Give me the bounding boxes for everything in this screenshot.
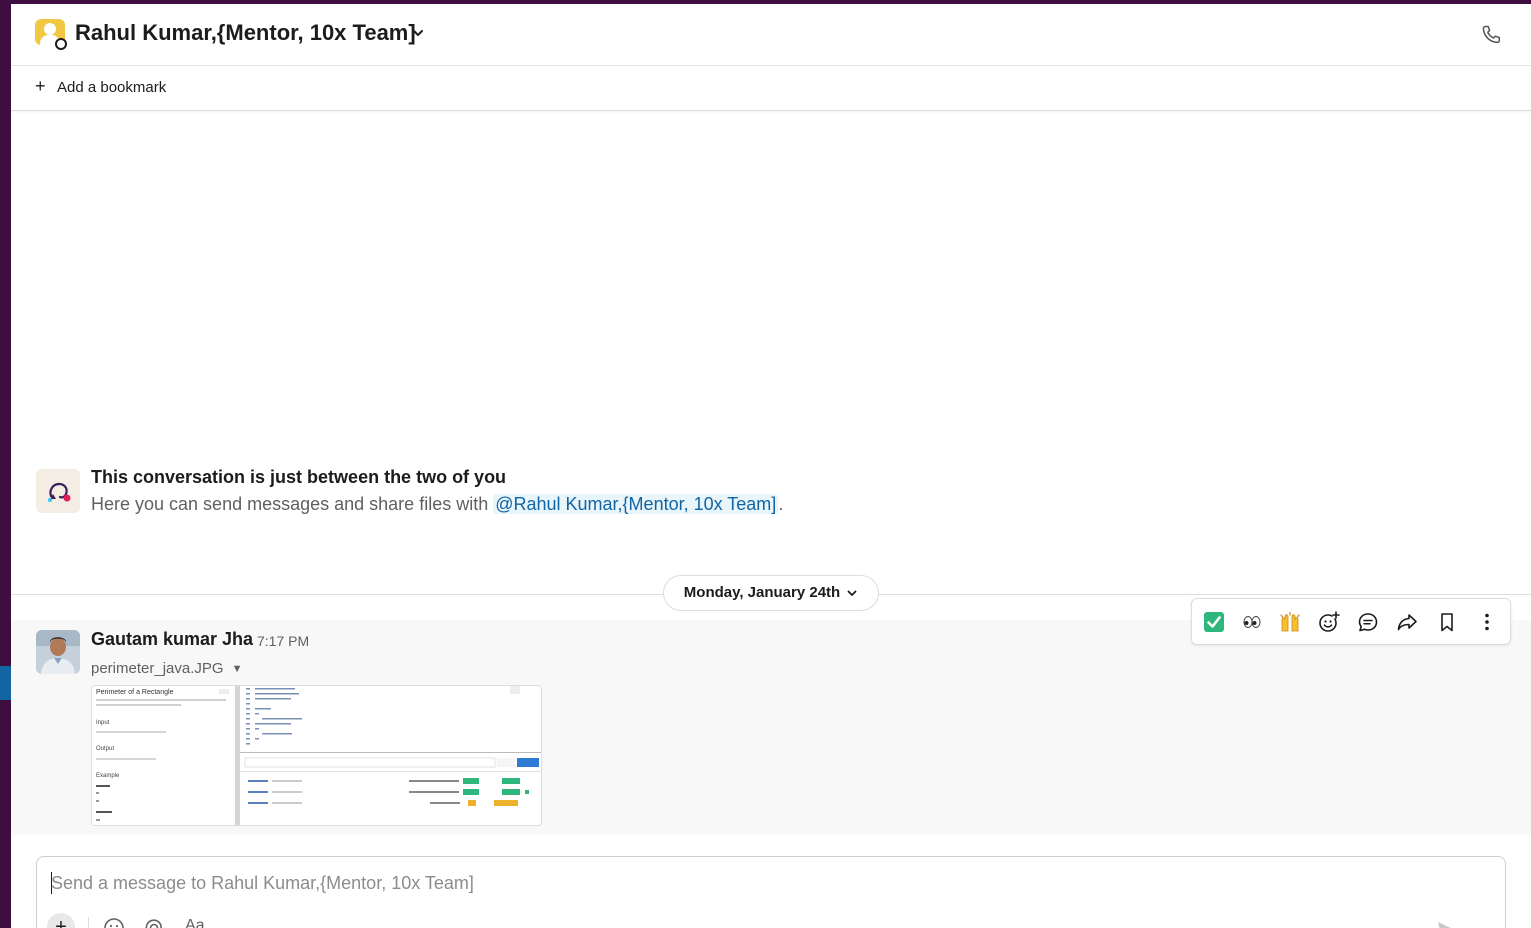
thumb-heading: Perimeter of a Rectangle bbox=[96, 689, 174, 696]
image-attachment[interactable]: Perimeter of a Rectangle Input Output Ex… bbox=[91, 685, 542, 826]
user-mention-link[interactable]: @Rahul Kumar,{Mentor, 10x Team] bbox=[493, 494, 779, 514]
message-actions-toolbar bbox=[1191, 598, 1511, 645]
message-timestamp[interactable]: 7:17 PM bbox=[257, 633, 309, 649]
reply-in-thread-icon[interactable] bbox=[1353, 607, 1383, 637]
intro-text-suffix: . bbox=[778, 494, 784, 514]
sidebar-active-indicator bbox=[0, 666, 11, 700]
eyes-emoji[interactable] bbox=[1237, 607, 1267, 637]
intro-title: This conversation is just between the tw… bbox=[91, 467, 507, 487]
white-check-mark-emoji[interactable] bbox=[1199, 607, 1229, 637]
channel-header: Rahul Kumar,{Mentor, 10x Team] bbox=[11, 4, 1531, 66]
chevron-down-icon[interactable] bbox=[411, 26, 425, 40]
thumb-section-output: Output bbox=[96, 746, 114, 752]
message-input[interactable] bbox=[51, 871, 1451, 895]
add-bookmark-label: Add a bookmark bbox=[57, 79, 167, 96]
thumb-section-input: Input bbox=[96, 720, 110, 726]
text-cursor bbox=[51, 872, 52, 894]
add-bookmark-button[interactable]: + Add a bookmark bbox=[35, 76, 167, 96]
attachment-preview: Perimeter of a Rectangle Input Output Ex… bbox=[92, 686, 541, 825]
conversation-title[interactable]: Rahul Kumar,{Mentor, 10x Team] bbox=[75, 20, 416, 46]
date-label: Monday, January 24th bbox=[683, 584, 841, 601]
plus-icon: + bbox=[35, 76, 46, 96]
caret-down-icon[interactable]: ▼ bbox=[232, 663, 243, 675]
intro-text: Here you can send messages and share fil… bbox=[91, 494, 783, 515]
user-avatar[interactable] bbox=[35, 19, 67, 50]
emoji-icon[interactable] bbox=[103, 917, 125, 928]
attach-plus-button[interactable]: + bbox=[47, 913, 75, 928]
raised-hands-emoji[interactable] bbox=[1275, 607, 1305, 637]
channel-pane: Rahul Kumar,{Mentor, 10x Team] + Add a bo… bbox=[11, 4, 1531, 928]
file-name[interactable]: perimeter_java.JPG bbox=[91, 660, 224, 677]
message-composer: + Aa bbox=[36, 856, 1506, 928]
intro-text-prefix: Here you can send messages and share fil… bbox=[91, 494, 494, 514]
formatting-toggle[interactable]: Aa bbox=[185, 917, 205, 928]
thumb-section-example: Example bbox=[96, 773, 120, 779]
save-icon[interactable] bbox=[1432, 607, 1462, 637]
bookmark-bar: + Add a bookmark bbox=[11, 66, 1531, 111]
chevron-down-icon bbox=[847, 590, 857, 596]
message-row[interactable]: Gautam kumar Jha 7:17 PM perimeter_java.… bbox=[11, 620, 1531, 835]
date-jump-button[interactable]: Monday, January 24th bbox=[663, 575, 879, 611]
add-reaction-icon[interactable] bbox=[1314, 607, 1344, 637]
conversation-icon bbox=[36, 469, 80, 513]
presence-icon bbox=[55, 38, 67, 50]
share-icon[interactable] bbox=[1392, 607, 1422, 637]
send-icon[interactable] bbox=[1435, 919, 1457, 928]
mention-icon[interactable] bbox=[143, 917, 165, 928]
more-actions-icon[interactable] bbox=[1472, 607, 1502, 637]
toolbar-separator bbox=[88, 917, 89, 928]
message-author[interactable]: Gautam kumar Jha bbox=[91, 629, 253, 650]
file-title: perimeter_java.JPG ▼ bbox=[91, 660, 242, 677]
phone-icon[interactable] bbox=[1479, 23, 1503, 47]
author-avatar[interactable] bbox=[36, 630, 80, 674]
